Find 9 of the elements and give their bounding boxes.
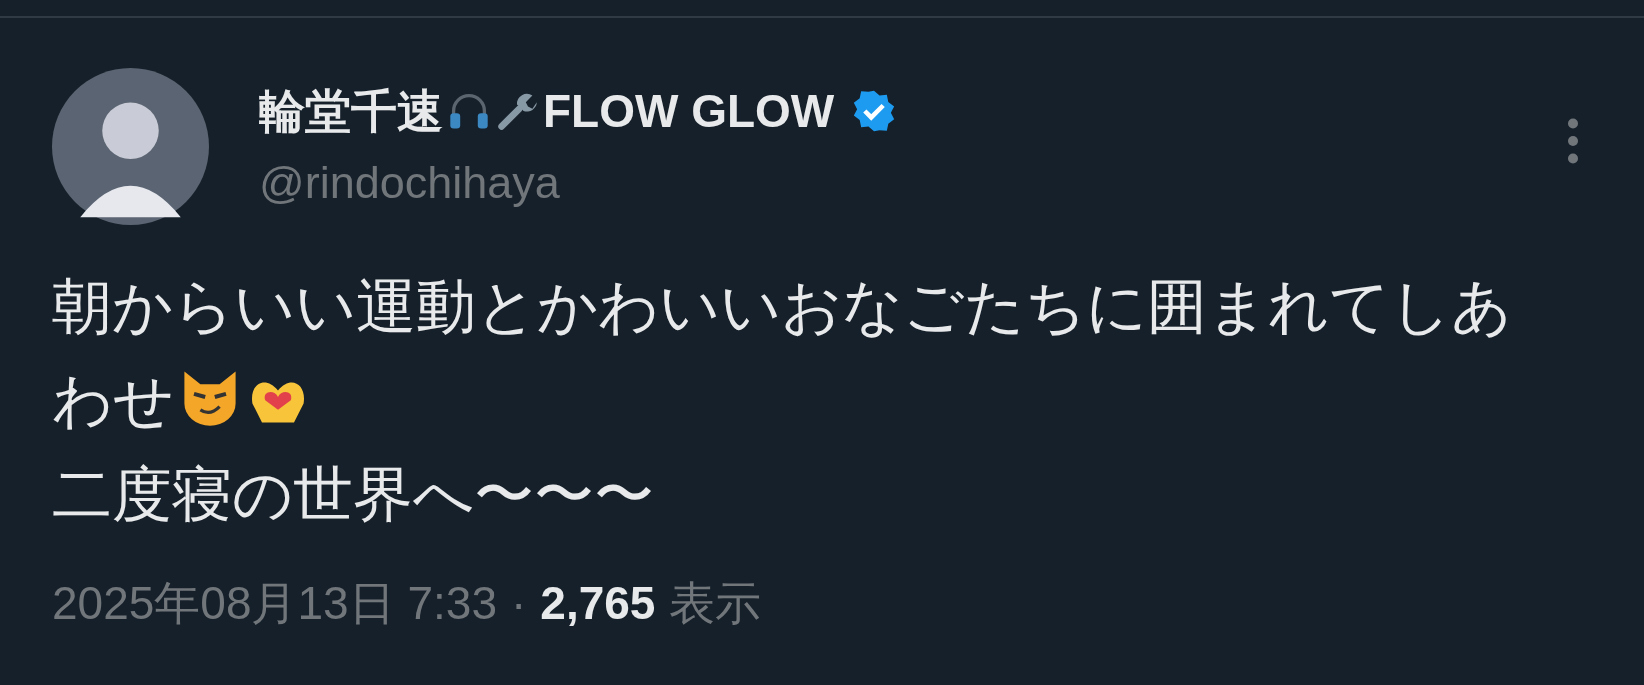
tweet-text: 二度寝の世界へ〜〜〜 <box>52 458 655 531</box>
views-label: 表示 <box>669 576 762 631</box>
timestamp[interactable]: 2025年08月13日 7:33 <box>52 573 497 635</box>
display-name[interactable]: FLOW GLOW <box>543 82 835 140</box>
username[interactable]: @rindochihaya <box>259 154 1516 212</box>
tweet-text: 朝からいい運動とかわいいおなごたちに囲まれてしあわせ <box>52 270 1513 437</box>
display-name[interactable]: 輪堂千速 <box>259 82 443 140</box>
view-count: 2,765 <box>540 576 656 630</box>
separator-dot: · <box>511 576 527 630</box>
